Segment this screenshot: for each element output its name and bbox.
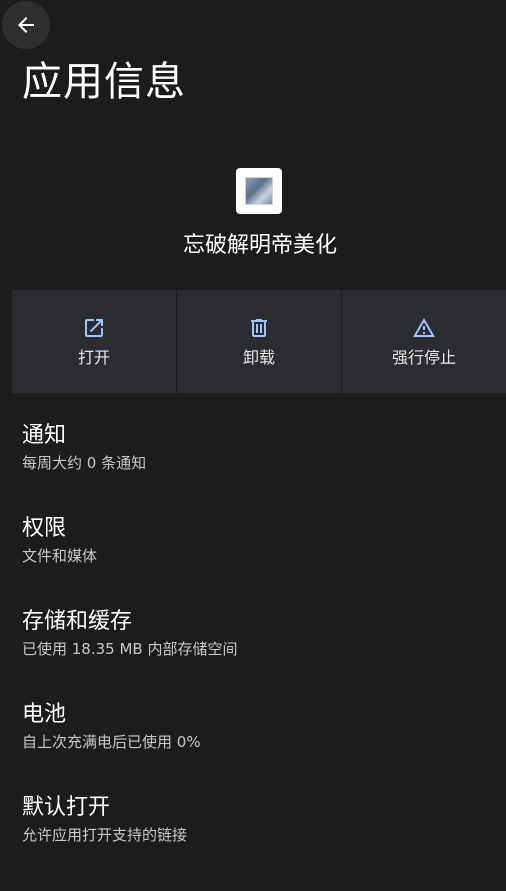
- setting-item-permissions[interactable]: 权限 文件和媒体: [22, 514, 492, 607]
- setting-title: 权限: [22, 516, 67, 541]
- setting-title: 通知: [22, 423, 67, 448]
- setting-subtitle: 允许应用打开支持的链接: [22, 826, 188, 844]
- open-external-icon: [82, 315, 106, 341]
- page-title: 应用信息: [22, 59, 186, 105]
- trash-icon: [247, 315, 271, 341]
- arrow-back-icon: [14, 13, 38, 37]
- setting-item-notifications[interactable]: 通知 每周大约 0 条通知: [22, 421, 492, 514]
- force-stop-label: 强行停止: [391, 347, 456, 367]
- action-bar: 打开 卸载 强行停止: [12, 290, 506, 393]
- setting-item-open-by-default[interactable]: 默认打开 允许应用打开支持的链接: [22, 793, 492, 886]
- setting-title: 电池: [22, 702, 67, 727]
- setting-subtitle: 每周大约 0 条通知: [22, 454, 147, 472]
- open-label: 打开: [77, 347, 110, 367]
- setting-subtitle: 自上次充满电后已使用 0%: [22, 733, 201, 751]
- app-icon: [236, 168, 282, 214]
- app-name: 忘破解明帝美化: [182, 233, 337, 258]
- force-stop-button[interactable]: 强行停止: [342, 290, 506, 393]
- setting-title: 存储和缓存: [22, 609, 133, 634]
- setting-subtitle: 已使用 18.35 MB 内部存储空间: [22, 640, 238, 658]
- setting-item-battery[interactable]: 电池 自上次充满电后已使用 0%: [22, 700, 492, 793]
- back-button[interactable]: [2, 1, 50, 49]
- settings-list: 通知 每周大约 0 条通知 权限 文件和媒体 存储和缓存 已使用 18.35 M…: [22, 421, 492, 886]
- warning-icon: [411, 315, 437, 341]
- uninstall-button[interactable]: 卸载: [177, 290, 341, 393]
- setting-title: 默认打开: [22, 795, 111, 820]
- setting-subtitle: 文件和媒体: [22, 547, 98, 565]
- app-thumbnail-icon: [245, 177, 273, 205]
- setting-item-storage[interactable]: 存储和缓存 已使用 18.35 MB 内部存储空间: [22, 607, 492, 700]
- open-button[interactable]: 打开: [12, 290, 176, 393]
- uninstall-label: 卸载: [242, 347, 275, 367]
